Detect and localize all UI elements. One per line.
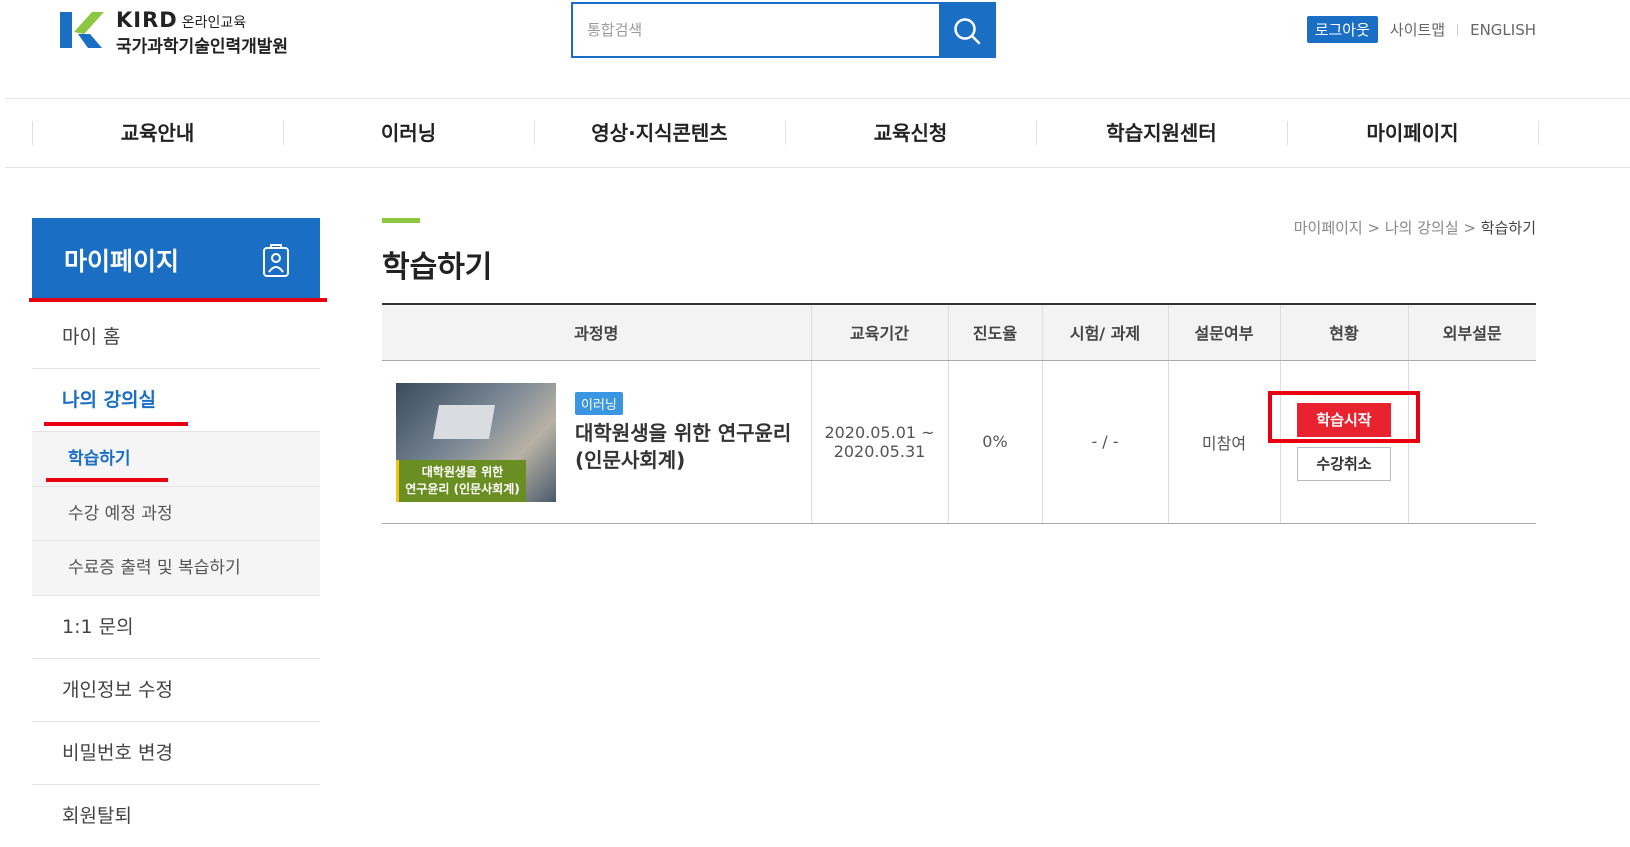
column-header: 현황 — [1279, 304, 1408, 361]
sidebar-item-inquiry[interactable]: 1:1 문의 — [32, 596, 320, 659]
logo-abbr: KIRD 온라인교육 — [116, 8, 247, 32]
sidebar-item-password[interactable]: 비밀번호 변경 — [32, 722, 320, 785]
survey-cell: 미참여 — [1167, 360, 1280, 524]
sitemap-link[interactable]: 사이트맵 — [1390, 19, 1445, 40]
column-header: 교육기간 — [810, 304, 948, 361]
title-accent-bar — [382, 218, 420, 223]
kird-logo-icon — [60, 12, 104, 48]
search-box — [571, 2, 996, 58]
cancel-enrollment-button[interactable]: 수강취소 — [1297, 446, 1391, 481]
logout-button[interactable]: 로그아웃 — [1306, 16, 1378, 43]
nav-elearning[interactable]: 이러닝 — [283, 99, 534, 167]
column-header: 진도율 — [947, 304, 1042, 361]
nav-video-content[interactable]: 영상·지식콘텐츠 — [534, 99, 785, 167]
column-header: 외부설문 — [1407, 304, 1536, 361]
highlight-underline — [46, 478, 168, 482]
search-button[interactable] — [939, 4, 994, 56]
breadcrumb-item[interactable]: 마이페이지 — [1294, 219, 1363, 237]
divider — [1538, 121, 1539, 145]
divider — [1457, 23, 1459, 36]
search-icon — [954, 18, 981, 45]
highlight-underline — [29, 298, 327, 302]
column-header: 시험/ 과제 — [1041, 304, 1168, 361]
sidebar-title: 마이페이지 — [32, 218, 320, 298]
thumbnail-caption-line: 연구윤리 (인문사회계) — [405, 481, 520, 496]
sidebar-subitem-certificate[interactable]: 수료증 출력 및 복습하기 — [32, 541, 320, 596]
exam-cell: - / - — [1041, 360, 1168, 524]
logo-name: 국가과학기술인력개발원 — [116, 37, 289, 57]
column-header: 설문여부 — [1167, 304, 1280, 361]
thumbnail-caption: 대학원생을 위한 연구윤리 (인문사회계) — [396, 459, 526, 502]
highlight-underline — [44, 422, 188, 426]
breadcrumb-separator: > — [1463, 219, 1477, 237]
sidebar-title-text: 마이페이지 — [64, 247, 180, 276]
course-cell: 대학원생을 위한 연구윤리 (인문사회계) 이러닝 대학원생을 위한 연구윤리 … — [382, 360, 811, 524]
course-title-line: (인문사회계) — [575, 447, 686, 472]
sidebar-subitem-planned[interactable]: 수강 예정 과정 — [32, 487, 320, 541]
nav-support-center[interactable]: 학습지원센터 — [1036, 99, 1287, 167]
external-survey-cell — [1407, 360, 1536, 524]
sidebar-item-withdraw[interactable]: 회원탈퇴 — [32, 785, 320, 847]
utility-links: 로그아웃 사이트맵 ENGLISH — [1306, 16, 1536, 43]
breadcrumb-separator: > — [1367, 219, 1381, 237]
period-end: 2020.05.31 — [833, 441, 926, 461]
site-logo[interactable]: KIRD 온라인교육 국가과학기술인력개발원 — [56, 6, 316, 57]
period-start: 2020.05.01 ~ — [824, 422, 935, 442]
search-input[interactable] — [573, 4, 941, 56]
sidebar-item-profile[interactable]: 개인정보 수정 — [32, 659, 320, 722]
nav-mypage[interactable]: 마이페이지 — [1287, 99, 1538, 167]
course-type-badge: 이러닝 — [575, 391, 623, 415]
course-title-line: 대학원생을 위한 연구윤리 — [575, 420, 792, 445]
english-link[interactable]: ENGLISH — [1470, 21, 1536, 39]
breadcrumb-current: 학습하기 — [1480, 219, 1536, 237]
main-navigation: 교육안내 이러닝 영상·지식콘텐츠 교육신청 학습지원센터 마이페이지 — [5, 98, 1630, 168]
thumbnail-caption-line: 대학원생을 위한 — [421, 464, 504, 479]
id-badge-icon — [263, 244, 289, 277]
laptop-image — [433, 404, 495, 439]
sidebar-item-my-home[interactable]: 마이 홈 — [32, 306, 320, 369]
column-header: 과정명 — [382, 304, 811, 361]
breadcrumb-item[interactable]: 나의 강의실 — [1385, 219, 1459, 237]
nav-education-info[interactable]: 교육안내 — [32, 99, 283, 167]
course-title[interactable]: 대학원생을 위한 연구윤리 (인문사회계) — [575, 420, 791, 474]
highlight-box — [1268, 391, 1420, 443]
progress-cell: 0% — [947, 360, 1042, 524]
period-cell: 2020.05.01 ~ 2020.05.31 — [810, 360, 948, 524]
breadcrumb: 마이페이지 > 나의 강의실 > 학습하기 — [1294, 217, 1536, 238]
nav-apply[interactable]: 교육신청 — [785, 99, 1036, 167]
page-title: 학습하기 — [382, 250, 493, 285]
course-thumbnail[interactable]: 대학원생을 위한 연구윤리 (인문사회계) — [396, 382, 556, 502]
